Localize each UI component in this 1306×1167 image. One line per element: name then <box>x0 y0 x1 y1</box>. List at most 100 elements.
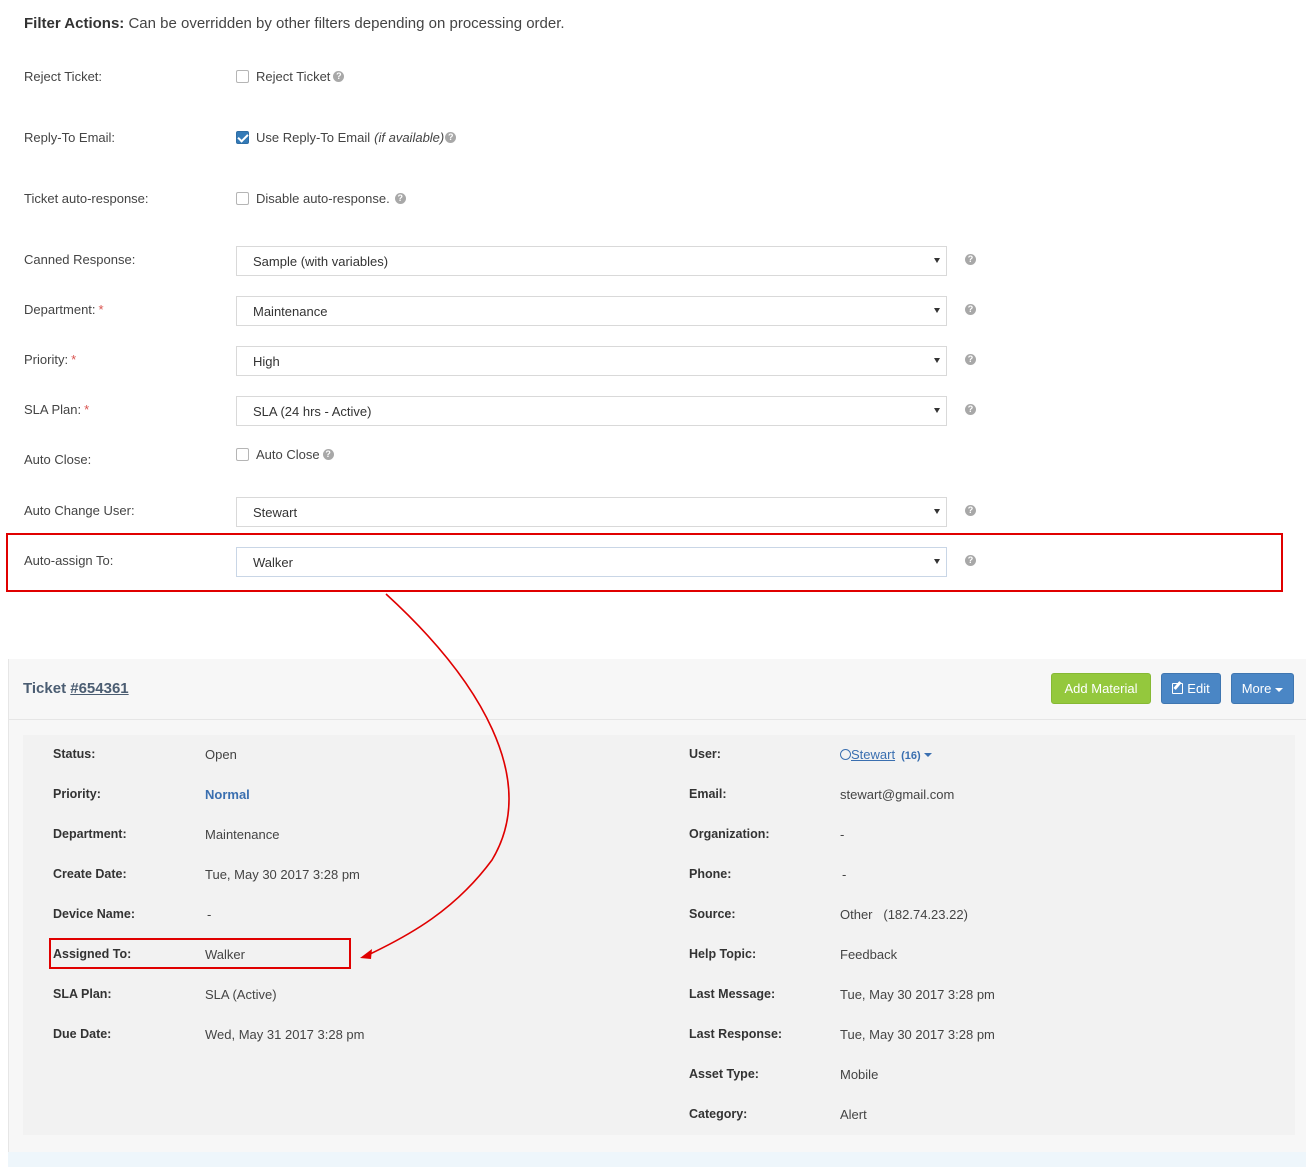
status-value: Open <box>205 747 237 762</box>
priority-select[interactable]: High <box>236 346 947 376</box>
category-key: Category: <box>689 1107 748 1121</box>
department-select[interactable]: Maintenance <box>236 296 947 326</box>
priority-key: Priority: <box>53 787 101 801</box>
filter-actions-heading-bold: Filter Actions: <box>24 15 125 32</box>
organization-value: - <box>840 827 845 842</box>
sla-plan-value-info: SLA (Active) <box>205 987 277 1002</box>
help-icon[interactable]: ? <box>965 404 976 415</box>
auto-close-label: Auto Close: <box>24 452 92 467</box>
caret-down-icon <box>1275 687 1284 692</box>
add-material-button[interactable]: Add Material <box>1051 673 1151 704</box>
reply-to-email-label: Reply-To Email: <box>24 130 116 145</box>
category-value: Alert <box>840 1107 867 1122</box>
due-date-value: Wed, May 31 2017 3:28 pm <box>205 1027 365 1042</box>
device-name-key: Device Name: <box>53 907 135 921</box>
source-ip: (182.74.23.22) <box>883 907 968 922</box>
sla-plan-label: SLA Plan: * <box>24 402 89 417</box>
auto-close-checkbox-label: Auto Close <box>256 447 320 462</box>
priority-label: Priority: * <box>24 352 76 367</box>
last-response-value: Tue, May 30 2017 3:28 pm <box>840 1027 995 1042</box>
user-ticket-count: (16) <box>901 750 921 762</box>
source-type: Other <box>840 907 873 922</box>
last-response-key: Last Response: <box>689 1027 783 1041</box>
help-topic-key: Help Topic: <box>689 947 757 961</box>
auto-response-option[interactable]: Disable auto-response. ? <box>236 191 406 206</box>
required-mark: * <box>71 352 77 367</box>
priority-value-link[interactable]: Normal <box>205 787 250 802</box>
email-key: Email: <box>689 787 727 801</box>
help-icon[interactable]: ? <box>965 505 976 516</box>
chevron-down-icon <box>934 258 940 263</box>
help-icon[interactable]: ? <box>965 304 976 315</box>
sla-plan-select[interactable]: SLA (24 hrs - Active) <box>236 396 947 426</box>
help-icon[interactable]: ? <box>965 354 976 365</box>
edit-icon <box>1172 683 1184 694</box>
create-date-value: Tue, May 30 2017 3:28 pm <box>205 867 360 882</box>
caret-down-icon[interactable] <box>923 753 932 757</box>
auto-close-checkbox[interactable] <box>236 448 249 461</box>
chevron-down-icon <box>934 408 940 413</box>
reply-to-email-note: (if available) <box>374 130 445 145</box>
canned-response-select[interactable]: Sample (with variables) <box>236 246 947 276</box>
device-name-value: - <box>207 907 212 922</box>
phone-key: Phone: <box>689 867 732 881</box>
disable-auto-response-label: Disable auto-response. <box>256 191 390 206</box>
disable-auto-response-checkbox[interactable] <box>236 192 249 205</box>
priority-value: High <box>253 353 280 369</box>
filter-actions-heading-text: Can be overridden by other filters depen… <box>124 15 565 32</box>
department-key: Department: <box>53 827 127 841</box>
more-label: More <box>1241 681 1272 696</box>
highlight-box-assigned-to <box>49 938 351 969</box>
sla-plan-label-text: SLA Plan: <box>24 402 82 417</box>
auto-close-option[interactable]: Auto Close ? <box>236 447 334 462</box>
auto-response-label: Ticket auto-response: <box>24 191 149 206</box>
bottom-strip <box>8 1152 1306 1167</box>
user-link[interactable]: Stewart <box>851 747 895 762</box>
reject-ticket-checkbox[interactable] <box>236 70 249 83</box>
add-material-label: Add Material <box>1064 681 1138 696</box>
reject-ticket-label: Reject Ticket: <box>24 69 103 84</box>
auto-change-user-value: Stewart <box>253 504 298 520</box>
last-message-value: Tue, May 30 2017 3:28 pm <box>840 987 995 1002</box>
edit-button[interactable]: Edit <box>1161 673 1221 704</box>
user-icon <box>840 749 851 760</box>
help-icon[interactable]: ? <box>965 254 976 265</box>
canned-response-value: Sample (with variables) <box>253 253 389 269</box>
due-date-key: Due Date: <box>53 1027 112 1041</box>
reply-to-email-option[interactable]: Use Reply-To Email (if available) ? <box>236 130 457 145</box>
asset-type-key: Asset Type: <box>689 1067 759 1081</box>
phone-value: - <box>842 867 847 882</box>
department-label-text: Department: <box>24 302 96 317</box>
reply-to-email-checkbox-label: Use Reply-To Email <box>256 130 371 145</box>
help-topic-value: Feedback <box>840 947 898 962</box>
sla-plan-key: SLA Plan: <box>53 987 112 1001</box>
highlight-box-auto-assign <box>6 533 1283 592</box>
required-mark: * <box>84 402 90 417</box>
more-button[interactable]: More <box>1231 673 1294 704</box>
help-icon[interactable]: ? <box>445 132 457 143</box>
organization-key: Organization: <box>689 827 770 841</box>
user-key: User: <box>689 747 721 761</box>
user-value[interactable]: Stewart (16) <box>840 747 932 762</box>
status-key: Status: <box>53 747 96 761</box>
reply-to-email-checkbox[interactable] <box>236 131 249 144</box>
chevron-down-icon <box>934 308 940 313</box>
create-date-key: Create Date: <box>53 867 127 881</box>
reject-ticket-checkbox-label: Reject Ticket <box>256 69 331 84</box>
source-value: Other (182.74.23.22) <box>840 907 968 922</box>
ticket-number-link[interactable]: #654361 <box>70 680 128 697</box>
ticket-title: Ticket #654361 <box>23 680 129 697</box>
department-value: Maintenance <box>253 303 328 319</box>
auto-change-user-label: Auto Change User: <box>24 503 135 518</box>
sla-plan-value: SLA (24 hrs - Active) <box>253 403 372 419</box>
help-icon[interactable]: ? <box>394 193 406 204</box>
filter-actions-heading: Filter Actions: Can be overridden by oth… <box>24 15 565 32</box>
priority-label-text: Priority: <box>24 352 69 367</box>
canned-response-label: Canned Response: <box>24 252 136 267</box>
required-mark: * <box>98 302 104 317</box>
help-icon[interactable]: ? <box>322 449 334 460</box>
chevron-down-icon <box>934 358 940 363</box>
auto-change-user-select[interactable]: Stewart <box>236 497 947 527</box>
reject-ticket-option[interactable]: Reject Ticket ? <box>236 69 345 84</box>
help-icon[interactable]: ? <box>333 71 345 82</box>
